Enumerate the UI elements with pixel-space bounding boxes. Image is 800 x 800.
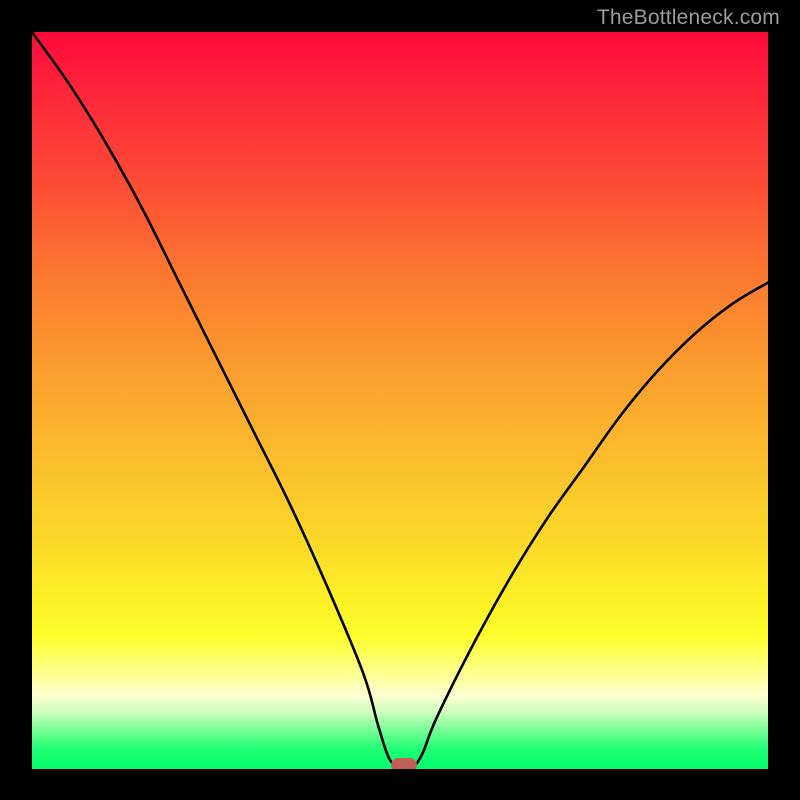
bottleneck-curve: [32, 32, 768, 769]
optimal-marker: [391, 758, 417, 769]
plot-area: [32, 32, 768, 769]
chart-frame: TheBottleneck.com: [0, 0, 800, 800]
watermark-text: TheBottleneck.com: [597, 6, 780, 30]
